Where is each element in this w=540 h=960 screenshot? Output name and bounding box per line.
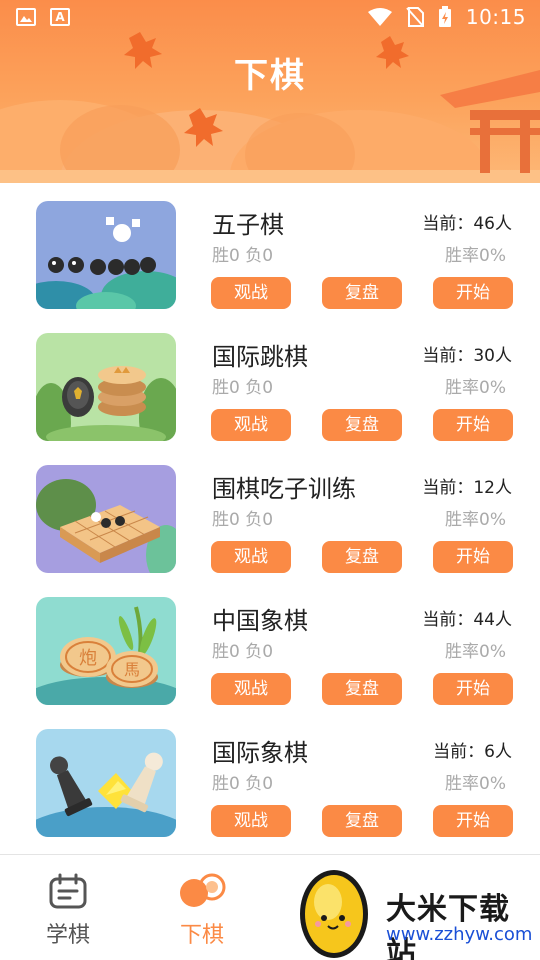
gallery-notification-icon <box>16 8 36 26</box>
battery-charging-icon <box>438 6 451 27</box>
game-card-international-checkers[interactable]: 国际跳棋 当前：30人 胜0 负0 胜率0% 观战 复盘 开始 <box>0 315 540 447</box>
win-loss-record: 胜0 负0 <box>212 510 274 530</box>
clock: 10:15 <box>465 5 526 29</box>
win-loss-record: 胜0 负0 <box>212 246 274 266</box>
go-thumbnail <box>36 465 176 573</box>
win-loss-record: 胜0 负0 <box>212 642 274 662</box>
start-button[interactable]: 开始 <box>433 409 513 441</box>
watch-button[interactable]: 观战 <box>211 277 291 309</box>
win-rate: 胜率0% <box>445 246 506 266</box>
game-card-chinese-chess[interactable]: 炮 馬 中国象棋 当前：44人 胜0 负0 胜率0% 观战 复盘 开始 <box>0 579 540 711</box>
status-bar: A 10:15 <box>0 0 540 36</box>
rice-mascot-logo <box>300 870 368 958</box>
tab-play[interactable]: 下棋 <box>162 873 242 949</box>
start-button[interactable]: 开始 <box>433 541 513 573</box>
watch-button[interactable]: 观战 <box>211 805 291 837</box>
chess-pieces-icon <box>180 873 226 907</box>
watch-button[interactable]: 观战 <box>211 409 291 441</box>
watch-button[interactable]: 观战 <box>211 541 291 573</box>
watch-button[interactable]: 观战 <box>211 673 291 705</box>
online-count: 当前：6人 <box>433 742 512 762</box>
page-title: 下棋 <box>234 56 306 96</box>
review-button[interactable]: 复盘 <box>322 805 402 837</box>
wifi-icon <box>367 8 392 26</box>
review-button[interactable]: 复盘 <box>322 541 402 573</box>
online-count: 当前：46人 <box>422 214 512 234</box>
game-name: 国际跳棋 <box>212 343 308 371</box>
start-button[interactable]: 开始 <box>433 277 513 309</box>
win-loss-record: 胜0 负0 <box>212 378 274 398</box>
win-loss-record: 胜0 负0 <box>212 774 274 794</box>
game-name: 中国象棋 <box>212 607 308 635</box>
review-button[interactable]: 复盘 <box>322 673 402 705</box>
win-rate: 胜率0% <box>445 642 506 662</box>
win-rate: 胜率0% <box>445 774 506 794</box>
gomoku-thumbnail <box>36 201 176 309</box>
review-button[interactable]: 复盘 <box>322 409 402 441</box>
start-button[interactable]: 开始 <box>433 805 513 837</box>
calendar-icon <box>49 873 87 909</box>
xiangqi-piece-label: 炮 <box>79 648 97 669</box>
game-card-gomoku[interactable]: 五子棋 当前：46人 胜0 负0 胜率0% 观战 复盘 开始 <box>0 183 540 315</box>
xiangqi-thumbnail: 炮 馬 <box>36 597 176 705</box>
watermark: 大米下载站 www.zzhyw.com <box>296 866 540 960</box>
tab-learn-label: 学棋 <box>45 923 90 948</box>
online-count: 当前：44人 <box>422 610 512 630</box>
xiangqi-piece-label: 馬 <box>124 660 140 679</box>
game-name: 国际象棋 <box>212 739 308 767</box>
review-button[interactable]: 复盘 <box>322 277 402 309</box>
win-rate: 胜率0% <box>445 510 506 530</box>
no-sim-icon <box>406 7 424 27</box>
start-button[interactable]: 开始 <box>433 673 513 705</box>
game-name: 围棋吃子训练 <box>212 475 356 503</box>
watermark-url: www.zzhyw.com <box>386 924 533 945</box>
checkers-thumbnail <box>36 333 176 441</box>
chess-thumbnail <box>36 729 176 837</box>
keyboard-notification-icon: A <box>50 8 70 26</box>
game-card-go-capture-training[interactable]: 围棋吃子训练 当前：12人 胜0 负0 胜率0% 观战 复盘 开始 <box>0 447 540 579</box>
game-name: 五子棋 <box>212 211 284 239</box>
win-rate: 胜率0% <box>445 378 506 398</box>
watermark-title: 大米下载站 <box>386 892 510 960</box>
online-count: 当前：30人 <box>422 346 512 366</box>
online-count: 当前：12人 <box>422 478 512 498</box>
game-card-international-chess[interactable]: 国际象棋 当前：6人 胜0 负0 胜率0% 观战 复盘 开始 <box>0 711 540 843</box>
tab-play-label: 下棋 <box>179 923 224 948</box>
header: A 10:15 下棋 <box>0 0 540 183</box>
tab-learn[interactable]: 学棋 <box>28 873 108 949</box>
